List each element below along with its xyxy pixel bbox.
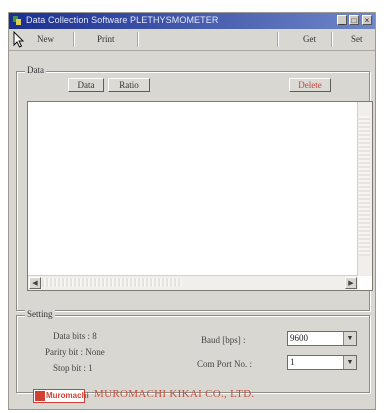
title-bar[interactable]: Data Collection Software PLETHYSMOMETER … bbox=[9, 13, 375, 29]
app-window: Data Collection Software PLETHYSMOMETER … bbox=[8, 12, 376, 410]
menu-set[interactable]: Set bbox=[351, 34, 363, 44]
logo-mark-icon bbox=[35, 391, 45, 401]
app-icon bbox=[13, 16, 21, 25]
baud-label: Baud [bps] : bbox=[201, 335, 246, 345]
data-group-label: Data bbox=[25, 65, 46, 75]
minimize-button[interactable]: _ bbox=[337, 15, 347, 25]
horizontal-scroll-thumb[interactable] bbox=[42, 278, 182, 287]
close-button[interactable]: × bbox=[362, 15, 372, 25]
data-list[interactable]: ◀ ▶ bbox=[27, 101, 373, 291]
logo-text: Muromachi bbox=[46, 391, 89, 400]
menu-separator bbox=[277, 32, 279, 47]
baud-select[interactable]: 9600 ▼ bbox=[287, 331, 357, 346]
chevron-down-icon[interactable]: ▼ bbox=[343, 332, 356, 345]
com-port-label: Com Port No. : bbox=[197, 359, 253, 369]
baud-value: 9600 bbox=[290, 333, 308, 343]
stop-bit-text: Stop bit : 1 bbox=[53, 363, 93, 373]
delete-button[interactable]: Delete bbox=[289, 78, 331, 92]
chevron-down-icon[interactable]: ▼ bbox=[343, 356, 356, 369]
vertical-scrollbar[interactable] bbox=[357, 102, 372, 276]
com-port-value: 1 bbox=[290, 357, 295, 367]
toolbar: New Print Get Set bbox=[9, 30, 375, 51]
menu-print[interactable]: Print bbox=[97, 34, 115, 44]
data-button[interactable]: Data bbox=[68, 78, 104, 92]
parity-bit-text: Parity bit : None bbox=[45, 347, 105, 357]
scroll-left-arrow-icon[interactable]: ◀ bbox=[29, 277, 41, 289]
company-name: MUROMACHI KIKAI CO., LTD. bbox=[94, 388, 255, 400]
com-port-select[interactable]: 1 ▼ bbox=[287, 355, 357, 370]
data-bits-text: Data bits : 8 bbox=[53, 331, 97, 341]
menu-get[interactable]: Get bbox=[303, 34, 316, 44]
window-title: Data Collection Software PLETHYSMOMETER bbox=[26, 15, 219, 25]
company-logo: Muromachi bbox=[33, 389, 89, 403]
mouse-pointer-icon bbox=[13, 31, 25, 48]
menu-new[interactable]: New bbox=[37, 34, 54, 44]
menu-separator bbox=[73, 32, 75, 47]
setting-group-label: Setting bbox=[25, 309, 55, 319]
horizontal-scrollbar[interactable]: ◀ ▶ bbox=[28, 275, 358, 290]
vertical-scroll-thumb[interactable] bbox=[359, 116, 370, 256]
scroll-right-arrow-icon[interactable]: ▶ bbox=[345, 277, 357, 289]
menu-separator bbox=[331, 32, 333, 47]
menu-separator bbox=[137, 32, 139, 47]
ratio-button[interactable]: Ratio bbox=[108, 78, 150, 92]
maximize-button[interactable]: □ bbox=[349, 15, 359, 25]
